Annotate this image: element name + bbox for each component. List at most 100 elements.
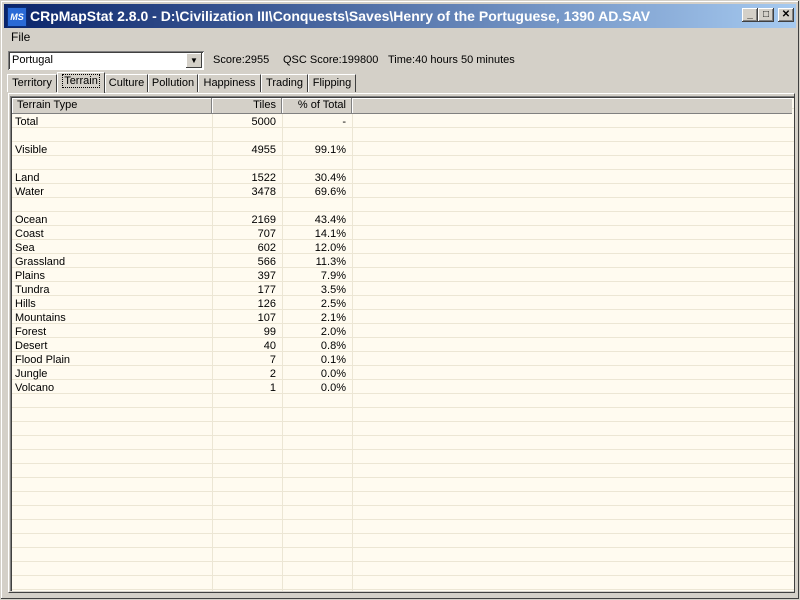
cell-percent: 2.0%	[320, 326, 346, 338]
table-row[interactable]: Tundra 177 3.5%	[12, 283, 352, 297]
table-row[interactable]: Coast 707 14.1%	[12, 227, 352, 241]
table-row[interactable]: Plains 397 7.9%	[12, 269, 352, 283]
cell-percent: 2.1%	[320, 312, 346, 324]
column-header-terrain-type[interactable]: Terrain Type	[12, 98, 212, 114]
cell-type: Total	[15, 116, 39, 128]
cell-type: Volcano	[15, 382, 55, 394]
table-row[interactable]: Visible 4955 99.1%	[12, 143, 352, 157]
civ-select-value: Portugal	[12, 54, 53, 66]
table-row[interactable]: Mountains 107 2.1%	[12, 311, 352, 325]
cell-tiles: 1	[269, 382, 276, 394]
tab-trading[interactable]: Trading	[261, 74, 308, 92]
cell-tiles: 566	[257, 256, 276, 268]
cell-type: Coast	[15, 228, 44, 240]
table-header: Terrain Type Tiles % of Total	[12, 98, 792, 114]
cell-tiles: 99	[263, 326, 276, 338]
tab-flipping[interactable]: Flipping	[308, 74, 356, 92]
app-window: MS CRpMapStat 2.8.0 - D:\Civilization II…	[0, 0, 800, 600]
cell-tiles: 397	[257, 270, 276, 282]
cell-percent: 7.9%	[320, 270, 346, 282]
table-row[interactable]	[12, 199, 352, 213]
table-row[interactable]: Water 3478 69.6%	[12, 185, 352, 199]
table-row[interactable]: Land 1522 30.4%	[12, 171, 352, 185]
cell-percent: 30.4%	[314, 172, 346, 184]
qsc-score-label: QSC Score:199800	[283, 54, 379, 66]
civ-select[interactable]: Portugal ▼	[8, 51, 204, 70]
cell-tiles: 126	[257, 298, 276, 310]
column-header-tiles[interactable]: Tiles	[212, 98, 282, 114]
cell-type: Tundra	[15, 284, 50, 296]
tab-terrain[interactable]: Terrain	[57, 72, 105, 93]
cell-percent: 2.5%	[320, 298, 346, 310]
cell-type: Jungle	[15, 368, 48, 380]
cell-type: Water	[15, 186, 44, 198]
score-label: Score:2955	[213, 54, 270, 66]
table-row[interactable]: Flood Plain 7 0.1%	[12, 353, 352, 367]
cell-type: Desert	[15, 340, 48, 352]
terrain-table[interactable]: Terrain Type Tiles % of Total Total 5000 -…	[10, 96, 794, 591]
cell-percent: 0.0%	[320, 368, 346, 380]
cell-tiles: 2169	[251, 214, 276, 226]
cell-tiles: 7	[269, 354, 276, 366]
menu-bar: File	[4, 28, 796, 46]
window-title: CRpMapStat 2.8.0 - D:\Civilization III\C…	[30, 8, 651, 24]
cell-percent: 69.6%	[314, 186, 346, 198]
cell-tiles: 602	[257, 242, 276, 254]
table-row[interactable]: Grassland 566 11.3%	[12, 255, 352, 269]
table-row[interactable]	[12, 129, 352, 143]
cell-tiles: 2	[269, 368, 276, 380]
cell-percent: 14.1%	[314, 228, 346, 240]
maximize-button[interactable]: □	[758, 8, 774, 22]
title-bar[interactable]: MS CRpMapStat 2.8.0 - D:\Civilization II…	[4, 4, 796, 28]
cell-percent: 43.4%	[314, 214, 346, 226]
cell-type: Grassland	[15, 256, 66, 268]
cell-tiles: 1522	[251, 172, 276, 184]
close-button[interactable]: ✕	[778, 8, 794, 22]
table-row[interactable]: Forest 99 2.0%	[12, 325, 352, 339]
table-row[interactable]: Desert 40 0.8%	[12, 339, 352, 353]
chevron-down-icon[interactable]: ▼	[186, 53, 202, 68]
cell-type: Visible	[15, 144, 48, 156]
table-row[interactable]: Jungle 2 0.0%	[12, 367, 352, 381]
tab-territory[interactable]: Territory	[7, 74, 57, 92]
cell-tiles: 177	[257, 284, 276, 296]
cell-type: Sea	[15, 242, 35, 254]
menu-file[interactable]: File	[11, 30, 30, 44]
tab-strip: Territory Terrain Culture Pollution Happ…	[7, 72, 793, 93]
tab-culture[interactable]: Culture	[105, 74, 148, 92]
table-row[interactable]: Ocean 2169 43.4%	[12, 213, 352, 227]
cell-tiles: 3478	[251, 186, 276, 198]
cell-percent: 0.8%	[320, 340, 346, 352]
table-row[interactable]: Hills 126 2.5%	[12, 297, 352, 311]
cell-type: Land	[15, 172, 40, 184]
cell-type: Plains	[15, 270, 45, 282]
table-row[interactable]: Sea 602 12.0%	[12, 241, 352, 255]
time-label: Time:40 hours 50 minutes	[388, 54, 515, 66]
cell-type: Ocean	[15, 214, 48, 226]
cell-type: Hills	[15, 298, 36, 310]
cell-percent: 11.3%	[315, 256, 346, 268]
cell-percent: 12.0%	[314, 242, 346, 254]
cell-tiles: 40	[263, 340, 276, 352]
cell-tiles: 4955	[251, 144, 276, 156]
cell-tiles: 707	[257, 228, 276, 240]
column-divider	[352, 114, 353, 591]
column-header-filler	[352, 98, 792, 114]
tab-happiness[interactable]: Happiness	[198, 74, 261, 92]
cell-percent: 99.1%	[314, 144, 346, 156]
cell-type: Mountains	[15, 312, 66, 324]
cell-percent: 3.5%	[320, 284, 346, 296]
toolbar: Portugal ▼ Score:2955 QSC Score:199800 T…	[4, 48, 796, 72]
cell-percent: 0.1%	[320, 354, 346, 366]
table-row[interactable]: Total 5000 -	[12, 115, 352, 129]
column-header-percent[interactable]: % of Total	[282, 98, 352, 114]
cell-type: Flood Plain	[15, 354, 71, 366]
cell-tiles: 107	[257, 312, 276, 324]
minimize-button[interactable]: _	[742, 8, 758, 22]
app-icon[interactable]: MS	[7, 7, 27, 27]
cell-percent: -	[342, 116, 346, 128]
cell-percent: 0.0%	[320, 382, 346, 394]
tab-pollution[interactable]: Pollution	[148, 74, 198, 92]
table-row[interactable]: Volcano 1 0.0%	[12, 381, 352, 395]
table-row[interactable]	[12, 157, 352, 171]
